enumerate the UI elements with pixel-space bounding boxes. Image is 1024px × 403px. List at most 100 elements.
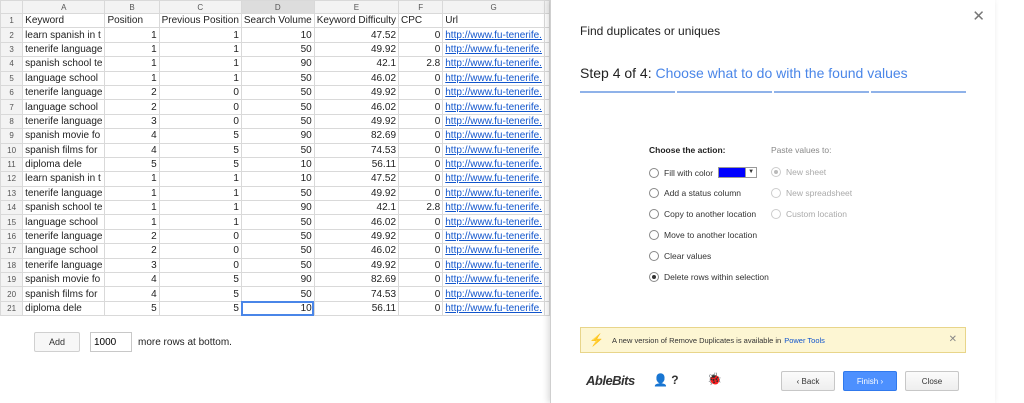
cell[interactable] [544,156,550,173]
user-question-icon[interactable]: 👤 [653,373,668,387]
action-move[interactable]: Move to another location [649,230,757,240]
back-button[interactable]: ‹ Back [781,371,835,391]
row-number[interactable]: 11 [0,156,24,173]
cell[interactable]: 0 [158,113,242,130]
cell[interactable]: 0 [398,257,444,274]
row-number[interactable]: 7 [0,99,24,115]
color-swatch[interactable] [718,167,747,178]
cell[interactable]: 4 [104,142,160,158]
cell[interactable] [544,228,550,245]
cell[interactable]: 4 [104,272,160,288]
cell[interactable]: spanish school te [22,56,106,72]
radio-new-spreadsheet[interactable] [771,188,781,198]
cell[interactable]: language school [22,243,106,259]
cell[interactable]: 1 [158,70,242,86]
close-notice-icon[interactable]: ✕ [949,334,957,345]
cell[interactable]: 0 [158,243,242,259]
cell[interactable]: 46.02 [313,243,400,259]
cell[interactable]: 50 [240,113,315,130]
cell[interactable]: 5 [158,272,242,288]
add-rows-button[interactable]: Add [34,332,80,352]
cell[interactable]: 4 [104,128,160,144]
action-clear-values[interactable]: Clear values [649,251,711,261]
cell[interactable] [544,70,550,86]
cell[interactable]: http://www.fu-tenerife. [442,84,545,101]
row-number[interactable]: 15 [0,214,24,230]
cell[interactable]: 5 [158,156,242,173]
cell[interactable]: 49.92 [313,257,400,274]
finish-button[interactable]: Finish › [843,371,897,391]
cell[interactable] [544,41,550,58]
cell[interactable]: learn spanish in t [22,27,106,43]
cell[interactable]: 49.92 [313,113,400,130]
cell[interactable]: 49.92 [313,228,400,245]
cell[interactable]: 0 [158,99,242,115]
row-number[interactable]: 9 [0,128,24,144]
row-number[interactable]: 16 [0,228,24,245]
paste-new-sheet[interactable]: New sheet [771,167,826,177]
cell[interactable]: 0 [398,228,444,245]
close-button[interactable]: Close [905,371,959,391]
cell[interactable] [544,12,550,29]
header-cell[interactable]: Previous Position [158,12,242,29]
cell[interactable]: http://www.fu-tenerife. [442,228,545,245]
cell[interactable]: 10 [240,171,315,187]
cell[interactable]: 47.52 [313,171,400,187]
radio-new-sheet[interactable] [771,167,781,177]
cell[interactable]: http://www.fu-tenerife. [442,142,545,158]
cell[interactable]: http://www.fu-tenerife. [442,257,545,274]
cell[interactable] [544,27,550,43]
cell[interactable]: 5 [104,300,160,317]
header-cell[interactable]: Keyword Difficulty [313,12,400,29]
cell[interactable]: 10 [240,27,315,43]
cell[interactable]: 2 [104,99,160,115]
row-number[interactable]: 2 [0,27,24,43]
cell[interactable] [544,142,550,158]
cell[interactable]: 1 [104,171,160,187]
cell[interactable]: 2 [104,228,160,245]
cell[interactable] [544,257,550,274]
cell[interactable] [544,113,550,130]
column-letter[interactable]: F [398,0,444,14]
cell[interactable]: 2.8 [398,200,444,216]
cell[interactable]: 0 [158,228,242,245]
cell[interactable]: http://www.fu-tenerife. [442,243,545,259]
cell[interactable]: 0 [398,84,444,101]
cell[interactable]: http://www.fu-tenerife. [442,113,545,130]
row-number[interactable]: 14 [0,200,24,216]
column-letter[interactable]: C [158,0,242,14]
column-letter[interactable]: A [22,0,106,14]
step-indicator[interactable] [580,91,675,93]
cell[interactable]: 74.53 [313,286,400,302]
row-number[interactable]: 5 [0,70,24,86]
cell[interactable]: 1 [158,56,242,72]
cell[interactable]: 0 [398,142,444,158]
cell[interactable]: 56.11 [313,156,400,173]
cell[interactable]: http://www.fu-tenerife. [442,214,545,230]
cell[interactable]: 1 [158,171,242,187]
cell[interactable]: http://www.fu-tenerife. [442,56,545,72]
radio-custom-location[interactable] [771,209,781,219]
cell[interactable] [544,185,550,202]
cell[interactable]: 5 [158,128,242,144]
cell[interactable]: http://www.fu-tenerife. [442,156,545,173]
cell[interactable]: 50 [240,70,315,86]
action-add-status-column[interactable]: Add a status column [649,188,741,198]
action-delete-rows[interactable]: Delete rows within selection [649,272,769,282]
cell[interactable]: 49.92 [313,185,400,202]
cell[interactable] [544,286,550,302]
cell[interactable]: 50 [240,185,315,202]
cell[interactable]: 1 [158,185,242,202]
cell[interactable]: spanish films for [22,286,106,302]
header-cell[interactable]: Position [104,12,160,29]
cell[interactable]: http://www.fu-tenerife. [442,272,545,288]
step-indicator[interactable] [871,91,966,93]
cell[interactable] [544,243,550,259]
cell[interactable]: 0 [398,185,444,202]
row-number[interactable]: 19 [0,272,24,288]
cell[interactable]: language school [22,99,106,115]
select-all-corner[interactable] [0,0,24,14]
cell[interactable]: 1 [104,185,160,202]
cell[interactable]: 46.02 [313,214,400,230]
cell[interactable]: 0 [158,257,242,274]
